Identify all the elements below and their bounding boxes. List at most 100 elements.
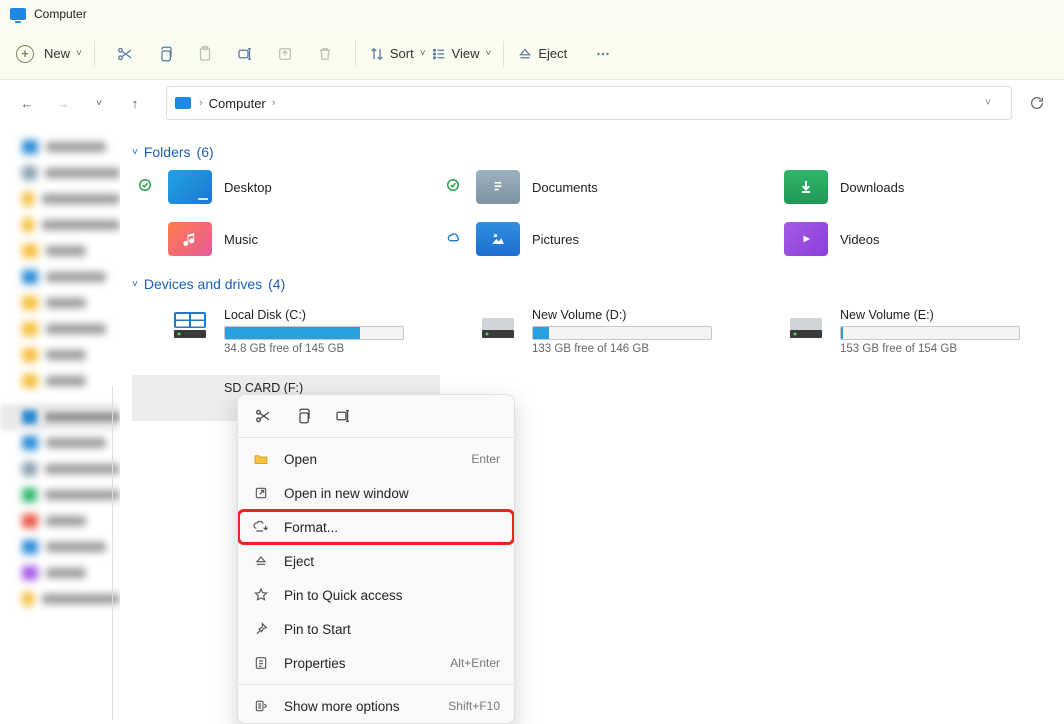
sidebar-item[interactable] <box>0 186 120 212</box>
drive-d[interactable]: New Volume (D:) 133 GB free of 146 GB <box>440 302 748 361</box>
chevron-down-icon[interactable]: ˅ <box>973 97 1003 109</box>
history-button[interactable]: ˅ <box>84 88 114 118</box>
folder-pictures[interactable]: Pictures <box>440 222 748 256</box>
folder-documents[interactable]: Documents <box>440 170 748 204</box>
sidebar-item[interactable] <box>0 586 120 612</box>
eject-button[interactable]: Eject <box>516 36 571 72</box>
scissors-icon <box>254 407 272 425</box>
folder-open-icon <box>252 450 270 468</box>
sidebar-item-computer[interactable] <box>0 404 120 430</box>
clipboard-icon <box>196 45 214 63</box>
sidebar-item[interactable] <box>0 212 120 238</box>
sort-button[interactable]: Sort ˅ <box>368 36 426 72</box>
more-options-icon <box>252 697 270 715</box>
breadcrumb[interactable]: › Computer › ˅ <box>166 86 1012 120</box>
context-menu: Open Enter Open in new window Format... … <box>237 394 515 724</box>
sidebar-item[interactable] <box>0 264 120 290</box>
new-button[interactable]: + New ˅ <box>16 36 82 72</box>
folder-icon <box>784 170 828 204</box>
folder-label: Music <box>224 232 258 247</box>
ctx-pin-quick-access[interactable]: Pin to Quick access <box>238 578 514 612</box>
toolbar: + New ˅ Sort ˅ View ˅ Eject <box>0 28 1064 80</box>
drive-e[interactable]: New Volume (E:) 153 GB free of 154 GB <box>748 302 1056 361</box>
folder-videos[interactable]: Videos <box>748 222 1056 256</box>
title-bar: Computer <box>0 0 1064 28</box>
chevron-down-icon: ˅ <box>76 48 82 59</box>
sidebar[interactable] <box>0 126 120 720</box>
sidebar-item[interactable] <box>0 238 120 264</box>
sidebar-item[interactable] <box>0 482 120 508</box>
ctx-label: Eject <box>284 554 314 569</box>
separator <box>94 41 95 67</box>
folders-label: Folders <box>144 144 191 160</box>
delete-button <box>307 36 343 72</box>
view-button[interactable]: View ˅ <box>430 36 492 72</box>
sidebar-item[interactable] <box>0 160 120 186</box>
folder-label: Videos <box>840 232 880 247</box>
ctx-show-more[interactable]: Show more options Shift+F10 <box>238 689 514 723</box>
ctx-rename-button[interactable] <box>332 405 354 427</box>
drives-label: Devices and drives <box>144 276 262 292</box>
cut-button[interactable] <box>107 36 143 72</box>
ctx-eject[interactable]: Eject <box>238 544 514 578</box>
ctx-pin-start[interactable]: Pin to Start <box>238 612 514 646</box>
folder-desktop[interactable]: Desktop <box>132 170 440 204</box>
sort-icon <box>368 45 386 63</box>
plus-icon: + <box>16 45 34 63</box>
navigation-bar: ← → ˅ ↑ › Computer › ˅ <box>0 80 1064 126</box>
sidebar-item[interactable] <box>0 316 120 342</box>
folder-downloads[interactable]: Downloads <box>748 170 1056 204</box>
ctx-label: Format... <box>284 520 338 535</box>
rename-button[interactable] <box>227 36 263 72</box>
drive-c[interactable]: Local Disk (C:) 34.8 GB free of 145 GB <box>132 302 440 361</box>
sidebar-item[interactable] <box>0 134 120 160</box>
computer-icon <box>10 8 26 20</box>
eject-label: Eject <box>538 46 567 61</box>
sidebar-item[interactable] <box>0 508 120 534</box>
up-button[interactable]: ↑ <box>120 88 150 118</box>
properties-icon <box>252 654 270 672</box>
folder-music[interactable]: Music <box>132 222 440 256</box>
chevron-down-icon: ˅ <box>420 48 426 59</box>
breadcrumb-segment[interactable]: Computer <box>209 96 266 111</box>
sync-check-icon <box>446 178 460 192</box>
sidebar-item[interactable] <box>0 342 120 368</box>
ctx-open-new-window[interactable]: Open in new window <box>238 476 514 510</box>
sidebar-item[interactable] <box>0 290 120 316</box>
folder-label: Downloads <box>840 180 904 195</box>
drive-free: 34.8 GB free of 145 GB <box>224 343 404 355</box>
chevron-right-icon: › <box>199 97 203 109</box>
refresh-button[interactable] <box>1022 88 1052 118</box>
ctx-open[interactable]: Open Enter <box>238 442 514 476</box>
sidebar-item[interactable] <box>0 560 120 586</box>
sidebar-item[interactable] <box>0 456 120 482</box>
drives-section-header[interactable]: ˅ Devices and drives (4) <box>128 276 1056 292</box>
more-button[interactable] <box>585 36 621 72</box>
format-icon <box>252 518 270 536</box>
ctx-label: Pin to Start <box>284 622 351 637</box>
copy-button[interactable] <box>147 36 183 72</box>
back-button[interactable]: ← <box>12 88 42 118</box>
main: ˅ Folders (6) Desktop Documents Download… <box>0 126 1064 720</box>
sort-label: Sort <box>390 46 414 61</box>
drive-usage-bar <box>840 326 1020 340</box>
folders-section-header[interactable]: ˅ Folders (6) <box>128 144 1056 160</box>
folder-icon <box>476 170 520 204</box>
ctx-cut-button[interactable] <box>252 405 274 427</box>
folder-icon <box>168 170 212 204</box>
ctx-label: Open in new window <box>284 486 409 501</box>
pin-icon <box>252 620 270 638</box>
ctx-label: Pin to Quick access <box>284 588 403 603</box>
sidebar-item[interactable] <box>0 430 120 456</box>
sidebar-item[interactable] <box>0 368 120 394</box>
ctx-format[interactable]: Format... <box>238 510 514 544</box>
sync-check-icon <box>138 178 152 192</box>
computer-icon <box>175 97 191 109</box>
drive-usage-bar <box>532 326 712 340</box>
ctx-properties[interactable]: Properties Alt+Enter <box>238 646 514 680</box>
ellipsis-icon <box>594 45 612 63</box>
ctx-copy-button[interactable] <box>292 405 314 427</box>
sidebar-item[interactable] <box>0 534 120 560</box>
view-label: View <box>452 46 480 61</box>
folder-label: Desktop <box>224 180 272 195</box>
